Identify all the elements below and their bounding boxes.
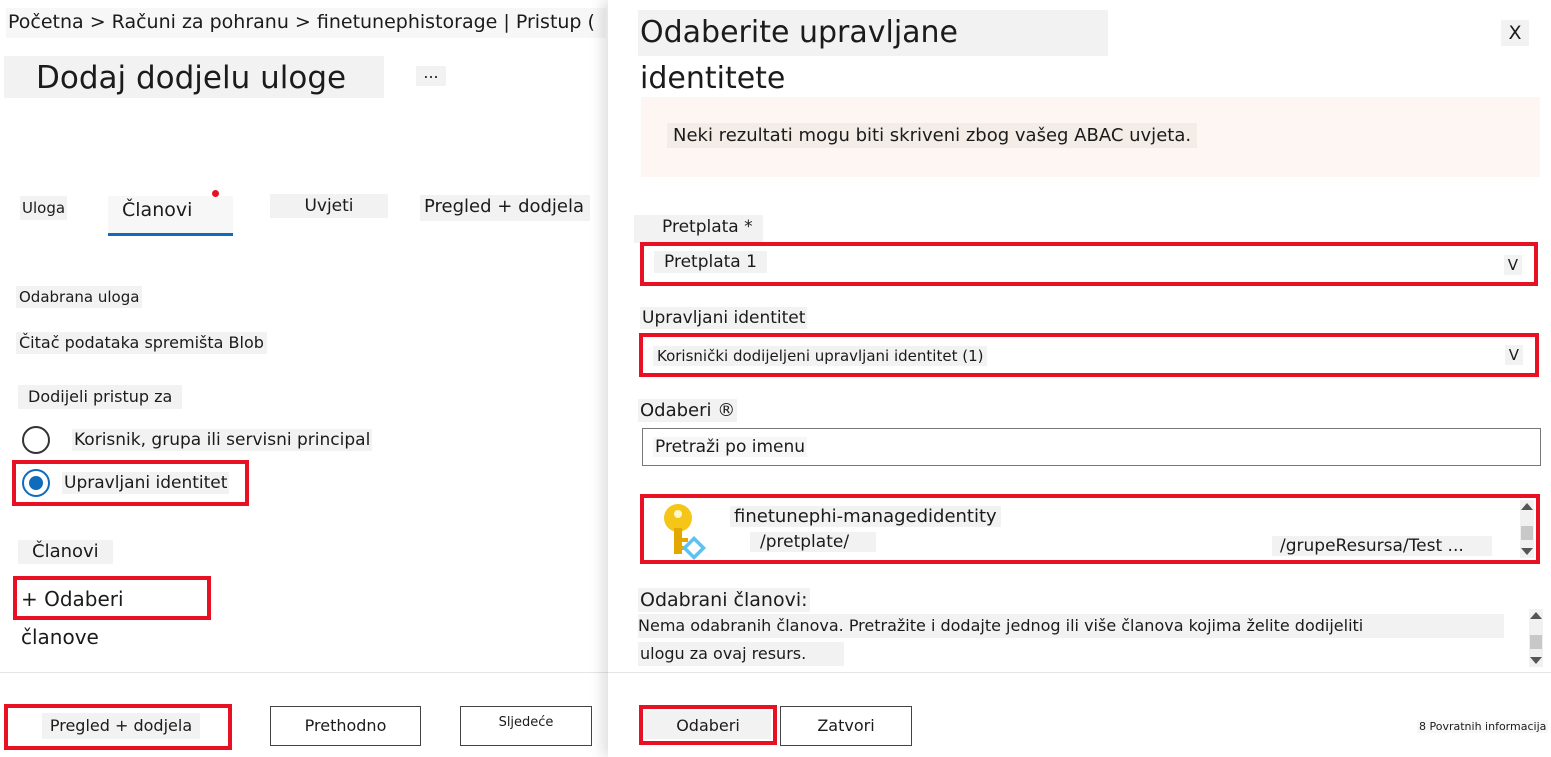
scroll-up-arrow[interactable] bbox=[1521, 503, 1533, 510]
no-members-text-line1: Nema odabranih članova. Pretražite i dod… bbox=[638, 614, 1504, 638]
tab-role[interactable]: Uloga bbox=[20, 196, 68, 220]
results-scrollbar[interactable] bbox=[1520, 500, 1534, 558]
tab-conditions[interactable]: Uvjeti bbox=[270, 194, 388, 218]
scroll-down-arrow[interactable] bbox=[1521, 548, 1533, 555]
managed-identity-key-icon bbox=[664, 504, 706, 560]
subscription-label: Pretplata * bbox=[634, 215, 763, 243]
tab-review-assign[interactable]: Pregled + dodjela bbox=[420, 195, 590, 221]
required-indicator-dot bbox=[212, 190, 219, 197]
select-managed-identities-panel: Odaberite upravljane identitete X Neki r… bbox=[608, 0, 1551, 757]
radio-user-label: Korisnik, grupa ili servisni principal bbox=[72, 429, 373, 451]
chevron-down-icon: V bbox=[1503, 255, 1522, 275]
panel-title: Odaberite upravljane identitete bbox=[638, 10, 1108, 96]
selected-role-value: Čitač podataka spremišta Blob bbox=[16, 332, 267, 354]
tab-members[interactable]: Članovi bbox=[108, 196, 233, 236]
no-members-text-line2: ulogu za ovaj resurs. bbox=[638, 642, 844, 666]
abac-warning-banner: Neki rezultati mogu biti skriveni zbog v… bbox=[641, 97, 1540, 177]
identity-path-resource-group: /grupeResursa/Test ... bbox=[1272, 536, 1492, 556]
identity-path-subscription: /pretplate/ bbox=[750, 532, 876, 552]
next-button[interactable]: Sljedeće bbox=[460, 706, 592, 746]
radio-managed-identity[interactable]: Upravljani identitet bbox=[22, 469, 230, 497]
selected-members-label: Odabrani članovi: bbox=[638, 588, 810, 612]
selected-role-label: Odabrana uloga bbox=[16, 286, 143, 308]
subscription-dropdown[interactable]: Pretplata 1 V bbox=[640, 242, 1538, 286]
breadcrumb[interactable]: Početna > Računi za pohranu > finetuneph… bbox=[6, 8, 606, 38]
close-button[interactable]: Zatvori bbox=[780, 706, 912, 746]
warning-text: Neki rezultati mogu biti skriveni zbog v… bbox=[667, 123, 1198, 148]
close-icon[interactable]: X bbox=[1501, 20, 1529, 46]
scroll-thumb[interactable] bbox=[1521, 526, 1533, 540]
radio-managed-label: Upravljani identitet bbox=[62, 472, 230, 494]
scroll-down-arrow[interactable] bbox=[1530, 657, 1542, 664]
select-label: Odaberi ® bbox=[638, 399, 738, 422]
assign-access-label: Dodijeli pristup za bbox=[18, 385, 183, 409]
review-assign-button[interactable]: Pregled + dodjela bbox=[42, 713, 200, 739]
feedback-link[interactable]: 8 Povratnih informacija bbox=[1417, 720, 1549, 733]
footer-divider bbox=[0, 672, 608, 673]
subscription-value: Pretplata 1 bbox=[654, 251, 767, 273]
select-members-button[interactable]: + Odaberi članove bbox=[13, 576, 211, 649]
identity-results-list[interactable]: finetunephi-managedidentity /pretplate/ … bbox=[640, 494, 1540, 564]
more-options-button[interactable]: ... bbox=[416, 65, 446, 86]
search-placeholder: Pretraži po imenu bbox=[653, 437, 808, 457]
scroll-up-arrow[interactable] bbox=[1530, 612, 1542, 619]
previous-button[interactable]: Prethodno bbox=[270, 706, 421, 746]
radio-button-selected[interactable] bbox=[22, 469, 50, 497]
identity-name: finetunephi-managedidentity bbox=[730, 506, 1001, 527]
chevron-down-icon: V bbox=[1504, 345, 1523, 365]
select-button[interactable]: Odaberi bbox=[645, 711, 771, 739]
search-input[interactable]: Pretraži po imenu bbox=[642, 428, 1541, 466]
members-label: Članovi bbox=[18, 540, 113, 564]
scroll-thumb[interactable] bbox=[1530, 635, 1542, 649]
managed-identity-value: Korisnički dodijeljeni upravljani identi… bbox=[653, 346, 988, 366]
radio-button[interactable] bbox=[22, 426, 50, 454]
managed-identity-dropdown[interactable]: Korisnički dodijeljeni upravljani identi… bbox=[639, 333, 1539, 377]
page-title: Dodaj dodjelu uloge bbox=[4, 56, 384, 98]
managed-identity-label: Upravljani identitet bbox=[640, 307, 808, 329]
role-assignment-panel: Početna > Računi za pohranu > finetuneph… bbox=[0, 0, 608, 757]
footer-divider bbox=[608, 672, 1551, 673]
selected-members-scrollbar[interactable] bbox=[1529, 609, 1543, 667]
radio-user-group-principal[interactable]: Korisnik, grupa ili servisni principal bbox=[22, 426, 373, 454]
